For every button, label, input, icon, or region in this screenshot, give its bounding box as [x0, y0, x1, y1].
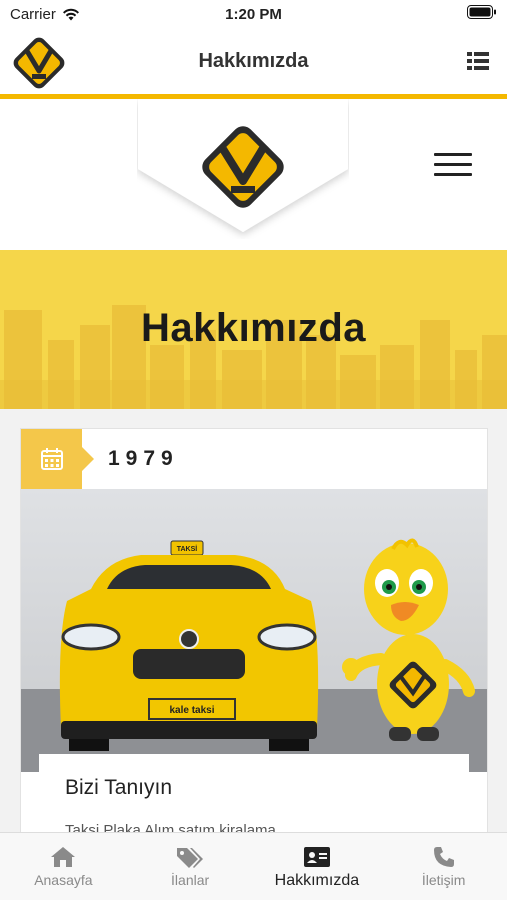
- carrier-info: Carrier: [10, 6, 80, 23]
- tab-anasayfa[interactable]: Anasayfa: [0, 833, 127, 900]
- home-icon: [51, 847, 76, 867]
- phone-icon: [433, 847, 454, 867]
- section-title: Bizi Tanıyın: [65, 776, 172, 799]
- section-body: Taksi Plaka Alım satım kiralama ...: [65, 822, 293, 832]
- app-header: Hakkımızda: [0, 28, 507, 94]
- timeline-card: 1979 TAKSİ kale taksi Bizi Tanıyın Taksi…: [20, 428, 488, 832]
- tab-label: Anasayfa: [34, 872, 93, 888]
- timeline-year: 1979: [108, 447, 179, 470]
- webview-content: Hakkımızda 1979 TAKSİ kale taksi Bizi Ta…: [0, 99, 507, 832]
- banner-title: Hakkımızda: [140, 306, 367, 350]
- about-info-box: Bizi Tanıyın Taksi Plaka Alım satım kira…: [39, 754, 469, 832]
- date-badge: [21, 429, 94, 489]
- svg-text:TAKSİ: TAKSİ: [177, 545, 198, 553]
- site-logo-badge[interactable]: [137, 99, 349, 239]
- taxi-mascot-photo: TAKSİ kale taksi: [21, 489, 487, 772]
- calendar-icon: [40, 448, 63, 470]
- tab-hakkimizda[interactable]: Hakkımızda: [254, 833, 381, 900]
- tab-label: İletişim: [421, 872, 466, 888]
- site-hamburger-icon[interactable]: [434, 153, 472, 179]
- tab-label: Hakkımızda: [274, 872, 360, 889]
- id-card-icon: [303, 847, 330, 867]
- tab-iletisim[interactable]: İletişim: [380, 833, 507, 900]
- carrier-label: Carrier: [10, 5, 56, 23]
- svg-text:kale taksi: kale taksi: [169, 705, 214, 716]
- tab-label: İlanlar: [171, 872, 210, 888]
- site-header: [0, 99, 507, 250]
- tab-ilanlar[interactable]: İlanlar: [127, 833, 254, 900]
- tags-icon: [177, 848, 204, 868]
- wifi-icon: [62, 8, 79, 20]
- list-menu-icon[interactable]: [467, 52, 489, 70]
- brand-logo[interactable]: [10, 34, 68, 92]
- header-title: Hakkımızda: [198, 49, 309, 72]
- page-banner: Hakkımızda: [0, 250, 507, 409]
- timeline-card-header: 1979: [21, 429, 487, 489]
- bottom-tab-bar: Anasayfa İlanlar Hakkımızda İletişim: [0, 832, 507, 900]
- status-bar: Carrier 1:20 PM: [0, 0, 507, 28]
- battery-icon: [467, 5, 497, 23]
